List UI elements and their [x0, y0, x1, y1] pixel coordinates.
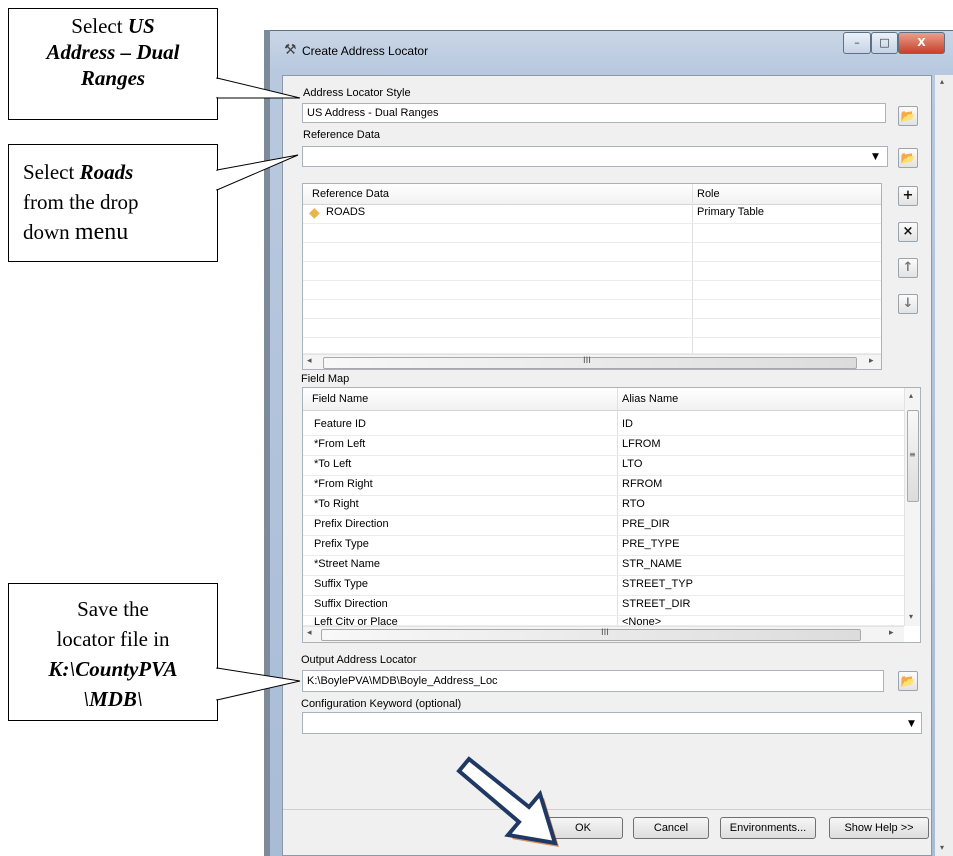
- callout-pointer: [216, 667, 301, 701]
- blue-arrow: [456, 756, 559, 847]
- callout-pointers: [216, 77, 559, 847]
- callout-pointer: [216, 154, 299, 191]
- callout-pointer: [216, 77, 301, 99]
